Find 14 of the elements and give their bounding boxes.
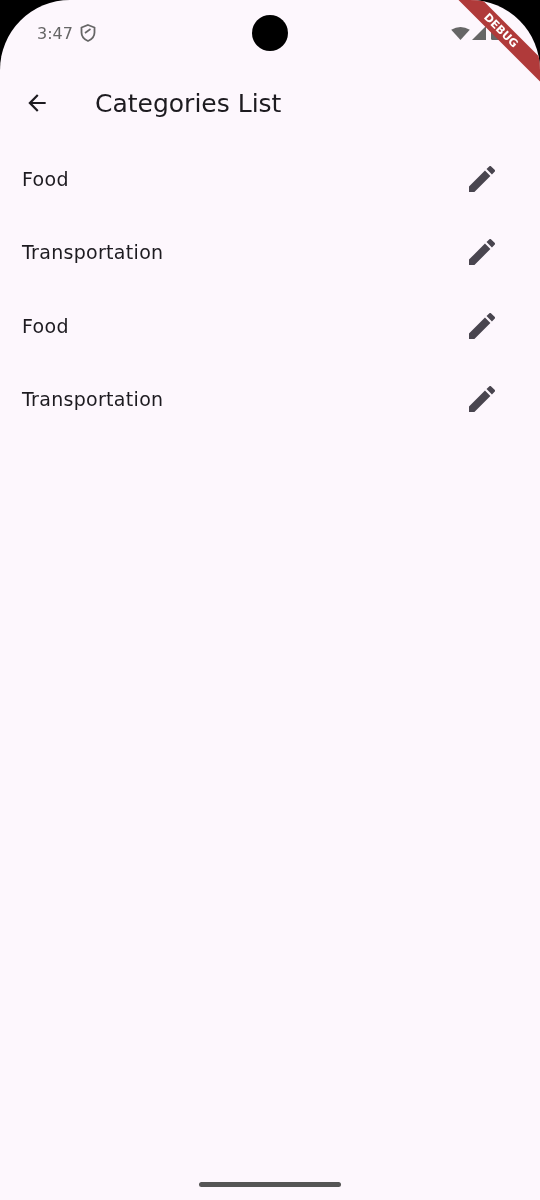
pencil-icon (469, 312, 495, 339)
category-name: Food (22, 314, 70, 337)
signal-icon (472, 26, 486, 40)
category-name: Food (22, 167, 70, 190)
pencil-icon (469, 165, 495, 192)
status-time: 3:47 (37, 23, 73, 43)
pencil-icon (469, 239, 495, 266)
shield-icon (79, 24, 96, 42)
wifi-icon (451, 26, 470, 40)
category-name: Transportation (22, 241, 165, 264)
camera-cutout (252, 15, 288, 51)
category-name: Transportation (22, 388, 165, 411)
pencil-icon (469, 386, 495, 413)
page-title: Categories List (95, 88, 282, 118)
